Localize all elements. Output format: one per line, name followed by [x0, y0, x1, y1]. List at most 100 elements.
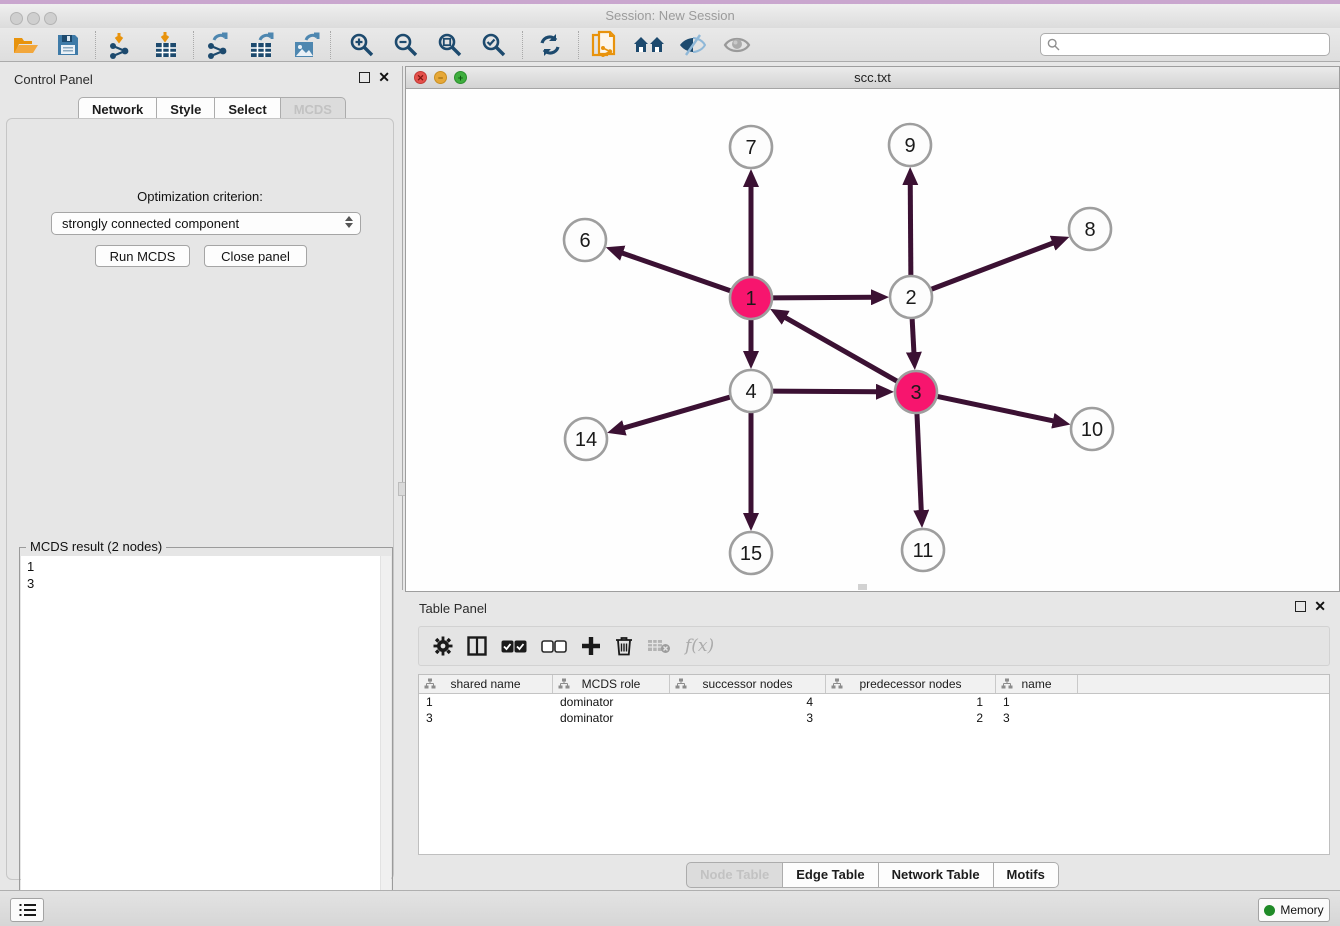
delete-table-button[interactable]: [647, 632, 671, 660]
duplicate-network-button[interactable]: [585, 30, 625, 60]
dropdown-stepper-icon: [345, 216, 353, 228]
toolbar-separator: [193, 31, 194, 59]
graph-edge-1-6[interactable]: [620, 252, 732, 291]
graph-edge-2-9[interactable]: [910, 182, 911, 277]
zoom-selected-icon: [481, 32, 507, 58]
graph-node-3[interactable]: 3: [895, 371, 937, 413]
graph-node-label: 7: [745, 137, 756, 159]
graph-edge-2-3[interactable]: [912, 317, 914, 355]
table-cell[interactable]: 4: [670, 694, 826, 710]
export-image-button[interactable]: [286, 30, 326, 60]
tab-motifs[interactable]: Motifs: [994, 862, 1059, 888]
table-cell[interactable]: 1: [826, 694, 996, 710]
function-builder-button[interactable]: f(x): [685, 632, 714, 660]
graph-node-6[interactable]: 6: [564, 219, 606, 261]
task-history-button[interactable]: [10, 898, 44, 922]
scrollbar-track[interactable]: [380, 556, 391, 923]
graph-node-2[interactable]: 2: [890, 276, 932, 318]
table-cell[interactable]: 3: [419, 710, 553, 726]
zoom-in-icon: [349, 32, 375, 58]
deselect-all-button[interactable]: [541, 632, 567, 660]
graph-edge-2-8[interactable]: [930, 242, 1056, 290]
column-header-predecessor-nodes[interactable]: predecessor nodes: [826, 675, 996, 693]
graph-edge-3-10[interactable]: [936, 396, 1056, 421]
float-panel-icon[interactable]: [359, 72, 370, 83]
import-table-button[interactable]: [146, 30, 186, 60]
tab-network-table[interactable]: Network Table: [879, 862, 994, 888]
graph-node-11[interactable]: 11: [902, 529, 944, 571]
mcds-result-item[interactable]: 3: [27, 575, 391, 592]
tab-edge-table[interactable]: Edge Table: [783, 862, 878, 888]
graph-node-9[interactable]: 9: [889, 124, 931, 166]
network-graph[interactable]: 7 9 6 8 1 2 4 3 14 10 15 11: [406, 89, 1339, 591]
table-cell[interactable]: 3: [996, 710, 1078, 726]
column-header-shared-name[interactable]: shared name: [419, 675, 553, 693]
list-icon: [19, 903, 36, 917]
canvas-scroll-thumb[interactable]: [858, 584, 867, 590]
table-row[interactable]: 1dominator411: [419, 694, 1329, 710]
table-cell[interactable]: 3: [670, 710, 826, 726]
export-network-button[interactable]: [198, 30, 238, 60]
select-all-button[interactable]: [501, 632, 527, 660]
network-window-titlebar[interactable]: ✕ − + scc.txt: [406, 67, 1339, 89]
show-columns-button[interactable]: [467, 632, 487, 660]
gear-button[interactable]: [433, 632, 453, 660]
export-table-button[interactable]: [242, 30, 282, 60]
zoom-in-button[interactable]: [342, 30, 382, 60]
column-header-name[interactable]: name: [996, 675, 1078, 693]
memory-button[interactable]: Memory: [1258, 898, 1330, 922]
table-tabstrip: Node TableEdge TableNetwork TableMotifs: [405, 862, 1340, 888]
show-eye-button[interactable]: [717, 30, 757, 60]
delete-row-button[interactable]: [615, 632, 633, 660]
run-mcds-button[interactable]: Run MCDS: [95, 245, 190, 267]
graph-node-label: 2: [905, 287, 916, 309]
table-cell[interactable]: dominator: [553, 710, 670, 726]
graph-node-1[interactable]: 1: [730, 277, 772, 319]
network-canvas[interactable]: 7 9 6 8 1 2 4 3 14 10 15 11: [406, 89, 1339, 591]
column-header-MCDS-role[interactable]: MCDS role: [553, 675, 670, 693]
graph-edge-4-14[interactable]: [622, 397, 732, 429]
table-cell[interactable]: 1: [996, 694, 1078, 710]
graph-edge-3-1[interactable]: [783, 316, 898, 382]
float-panel-icon[interactable]: [1295, 601, 1306, 612]
import-network-button[interactable]: [100, 30, 140, 60]
table-cell[interactable]: 1: [419, 694, 553, 710]
mcds-result-item[interactable]: 1: [27, 558, 391, 575]
zoom-fit-button[interactable]: [430, 30, 470, 60]
status-bar: Memory: [0, 890, 1340, 926]
search-field[interactable]: [1040, 33, 1330, 56]
tab-node-table[interactable]: Node Table: [686, 862, 783, 888]
graph-node-7[interactable]: 7: [730, 126, 772, 168]
close-panel-icon[interactable]: ✕: [378, 72, 390, 83]
table-row[interactable]: 3dominator323: [419, 710, 1329, 726]
add-row-button[interactable]: [581, 632, 601, 660]
graph-node-4[interactable]: 4: [730, 370, 772, 412]
open-session-icon: [12, 33, 40, 57]
open-session-button[interactable]: [6, 30, 46, 60]
graph-edge-3-11[interactable]: [917, 412, 921, 513]
graph-node-label: 6: [579, 230, 590, 252]
search-input[interactable]: [1064, 38, 1329, 52]
graph-node-14[interactable]: 14: [565, 418, 607, 460]
table-cell[interactable]: dominator: [553, 694, 670, 710]
graph-node-8[interactable]: 8: [1069, 208, 1111, 250]
zoom-out-button[interactable]: [386, 30, 426, 60]
zoom-selected-button[interactable]: [474, 30, 514, 60]
close-panel-icon[interactable]: ✕: [1314, 601, 1326, 612]
eye-icon: [723, 35, 751, 55]
save-session-button[interactable]: [48, 30, 88, 60]
table-cell[interactable]: 2: [826, 710, 996, 726]
criterion-dropdown[interactable]: strongly connected component: [51, 212, 361, 235]
graph-node-15[interactable]: 15: [730, 532, 772, 574]
graph-node-10[interactable]: 10: [1071, 408, 1113, 450]
mcds-result-list[interactable]: 13: [21, 556, 391, 923]
graph-edge-1-2[interactable]: [771, 297, 874, 298]
network-overview-button[interactable]: [629, 30, 669, 60]
column-header-successor-nodes[interactable]: successor nodes: [670, 675, 826, 693]
column-header-filler: [1078, 675, 1329, 693]
panel-divider[interactable]: [402, 66, 403, 590]
hide-panels-button[interactable]: [672, 30, 712, 60]
close-panel-button[interactable]: Close panel: [204, 245, 307, 267]
graph-edge-4-3[interactable]: [771, 391, 879, 392]
refresh-button[interactable]: [530, 30, 570, 60]
